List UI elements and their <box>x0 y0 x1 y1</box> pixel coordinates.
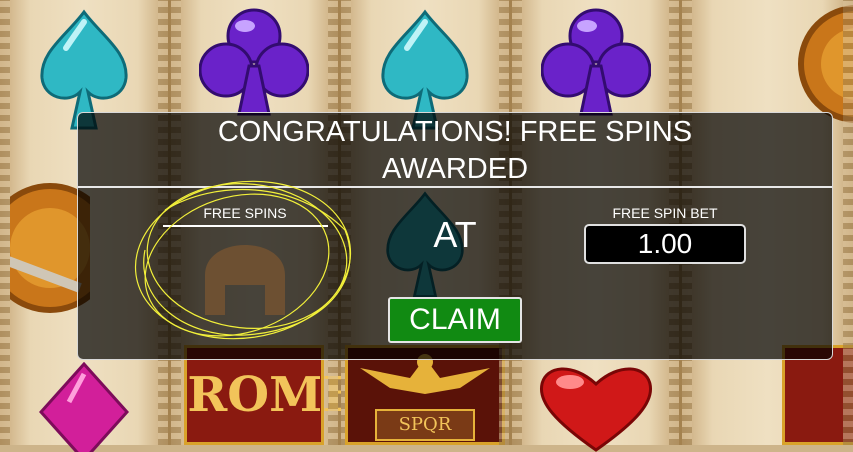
heart-icon <box>539 367 652 452</box>
free-spins-value: AT <box>433 214 477 255</box>
helmet-icon <box>798 5 853 123</box>
club-icon <box>199 8 310 116</box>
rome-symbol-2 <box>782 345 853 445</box>
rome-text: ROME <box>187 367 359 423</box>
diamond-icon <box>38 362 129 452</box>
free-spin-bet-value: 1.00 <box>584 224 746 264</box>
club-icon-2 <box>540 8 651 116</box>
scribble-annotation <box>134 180 352 340</box>
free-spin-bet-label: FREE SPIN BET <box>612 205 718 221</box>
claim-button[interactable]: CLAIM <box>388 297 522 343</box>
eagle-symbol: SPQR <box>344 345 505 445</box>
spqr-plaque: SPQR <box>374 409 475 441</box>
spqr-text: SPQR <box>398 414 452 435</box>
rome-symbol: ROME <box>184 345 359 445</box>
dialog-title-line1: CONGRATULATIONS! FREE SPINS <box>217 116 693 148</box>
